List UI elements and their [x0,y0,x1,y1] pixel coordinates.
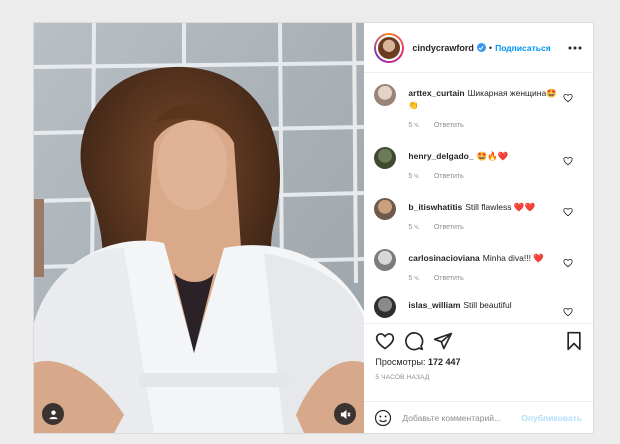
comment-time[interactable]: 5 ч. [408,222,419,234]
add-comment-bar: Опубликовать [364,401,593,433]
post-username[interactable]: cindycrawford [412,43,474,53]
publish-button[interactable]: Опубликовать [521,413,582,423]
comment-username[interactable]: islas_william [408,300,460,310]
comment-text: Still flawless ❤️❤️ [465,202,536,212]
bookmark-icon[interactable] [564,331,584,351]
user-tag-icon [48,409,58,419]
post-video[interactable] [34,23,365,433]
comment-item: arttex_curtain Шикарная женщина🤩👏 5 ч. Отв… [374,84,593,132]
reply-button[interactable]: Ответить [434,171,464,183]
share-icon[interactable] [433,331,453,351]
heart-icon[interactable] [563,307,573,317]
comment-username[interactable]: henry_delgado_ [408,151,473,161]
separator: • [488,42,493,53]
comment-time[interactable]: 5 ч. [408,273,419,285]
views-label: Просмотры: [375,357,426,367]
post-actions: Просмотры: 172 447 5 ЧАСОВ НАЗАД [364,323,593,401]
comment-time[interactable]: 5 ч. [408,171,419,183]
heart-icon[interactable] [563,258,573,268]
post-time[interactable]: 5 ЧАСОВ НАЗАД [375,374,582,381]
heart-icon[interactable] [375,331,395,351]
post-header: cindycrawford • Подписаться [364,23,593,73]
reply-button[interactable]: Ответить [434,120,464,132]
comment-input[interactable] [402,412,522,423]
instagram-post: cindycrawford • Подписаться arttex_curta… [33,22,594,434]
comment-avatar[interactable] [374,296,397,318]
heart-icon[interactable] [563,207,573,217]
heart-icon[interactable] [563,93,573,103]
comment-avatar[interactable] [374,249,397,271]
follow-button[interactable]: Подписаться [495,43,551,53]
avatar[interactable] [374,32,405,63]
comment-item: carlosinacioviana Minha diva!!! ❤️ 5 ч. От… [374,249,593,285]
comment-time[interactable]: 5 ч. [408,120,419,132]
comment-text: 🤩🔥❤️ [476,151,509,161]
more-icon [568,46,582,49]
comment-username[interactable]: b_itiswhatitis [408,202,462,212]
comment-item: islas_william Still beautiful [374,296,593,318]
post-sidebar: cindycrawford • Подписаться arttex_curta… [364,23,593,433]
comment-avatar[interactable] [374,147,397,169]
emoji-icon[interactable] [374,409,392,427]
comment-text: Minha diva!!! ❤️ [482,253,544,263]
mute-icon [340,409,351,419]
comment-username[interactable]: carlosinacioviana [408,253,479,263]
comment-username[interactable]: arttex_curtain [408,88,464,98]
comment-item: henry_delgado_ 🤩🔥❤️ 5 ч. Ответить [374,147,593,183]
verified-icon [476,43,486,52]
post-photo [34,23,365,433]
more-options-button[interactable] [568,43,582,53]
comments-list[interactable]: arttex_curtain Шикарная женщина🤩👏 5 ч. Отв… [364,73,593,323]
views-value: 172 447 [428,357,461,367]
comment-item: b_itiswhatitis Still flawless ❤️❤️ 5 ч. От… [374,198,593,234]
comment-avatar[interactable] [374,84,397,106]
comment-text: Still beautiful [463,300,512,310]
reply-button[interactable]: Ответить [434,222,464,234]
user-tag-button[interactable] [42,403,64,425]
comment-avatar[interactable] [374,198,397,220]
heart-icon[interactable] [563,156,573,166]
views-count[interactable]: Просмотры: 172 447 [375,357,582,367]
comment-icon[interactable] [404,331,424,351]
reply-button[interactable]: Ответить [434,273,464,285]
